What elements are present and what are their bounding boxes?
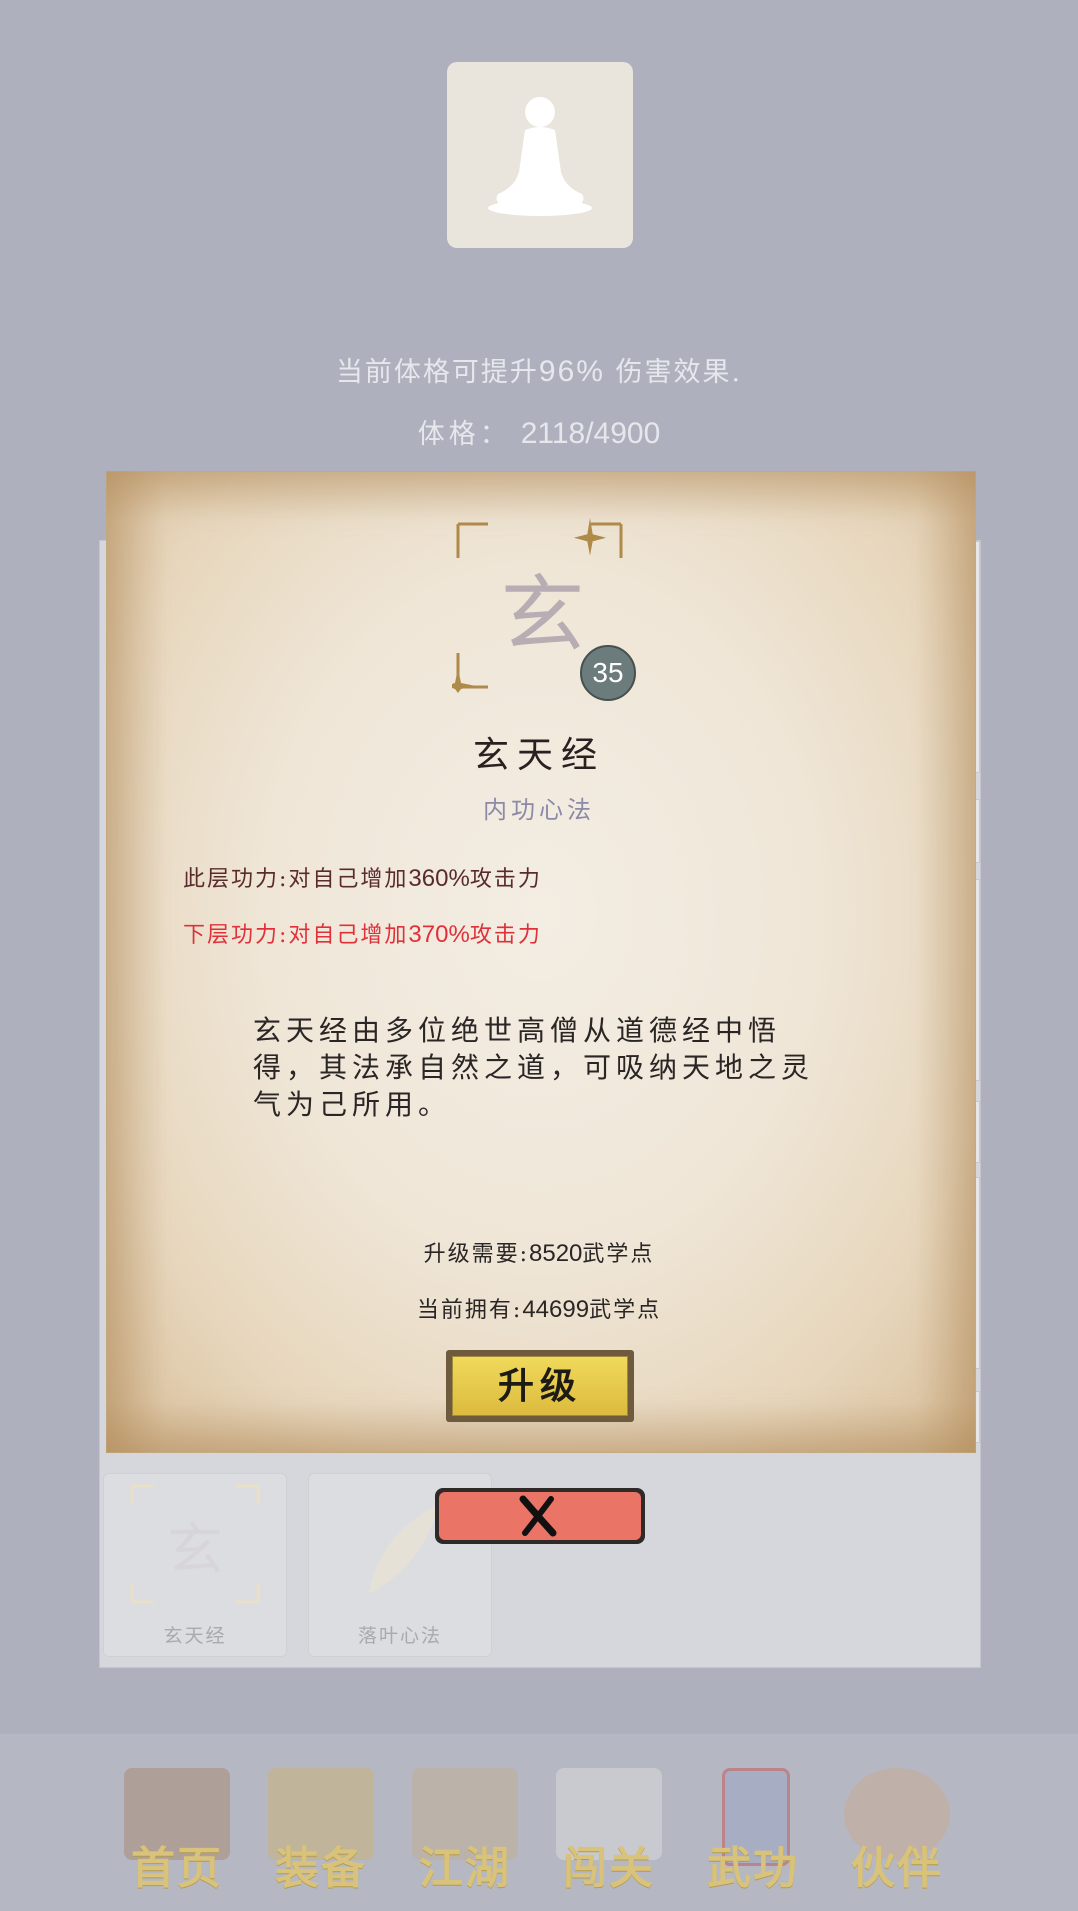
upgrade-cost: 升级需要:8520武学点 xyxy=(423,1240,655,1267)
nav-equipment[interactable]: 装备 xyxy=(256,1760,386,1900)
skill-type: 内功心法 xyxy=(483,796,595,824)
svg-text:玄: 玄 xyxy=(167,1518,223,1583)
stat-label: 体格： xyxy=(417,419,511,450)
nav-stage[interactable]: 闯关 xyxy=(544,1760,674,1900)
constitution-stat: 体格： 2118/4900 xyxy=(0,412,1078,451)
level-badge: 35 xyxy=(580,645,636,701)
skill-title: 玄天经 xyxy=(472,735,605,776)
nav-martial-arts[interactable]: 武功 xyxy=(688,1760,818,1900)
nav-martial-arts-label: 武功 xyxy=(707,1843,799,1894)
xuan-glyph-icon: 玄 xyxy=(130,1484,260,1604)
effect-summary: 当前体格可提升96% 伤害效果. xyxy=(335,355,743,388)
nav-partners[interactable]: 伙伴 xyxy=(832,1760,962,1900)
meditation-avatar xyxy=(447,62,633,248)
nav-jianghu[interactable]: 江湖 xyxy=(400,1760,530,1900)
next-layer-effect: 下层功力:对自己增加370%攻击力 xyxy=(183,921,542,948)
meditating-figure-icon xyxy=(488,97,592,216)
skill-description: 玄天经由多位绝世高僧从道德经中悟得，其法承自然之道，可吸纳天地之灵气为己所用。 xyxy=(253,1014,815,1121)
current-layer-effect: 此层功力:对自己增加360%攻击力 xyxy=(183,865,542,892)
upgrade-button-label: 升级 xyxy=(452,1356,628,1416)
nav-jianghu-label: 江湖 xyxy=(419,1843,511,1894)
stat-value: 2118/4900 xyxy=(520,417,661,450)
skill-icon-glyph: 玄 xyxy=(500,566,585,664)
current-points: 当前拥有:44699武学点 xyxy=(416,1296,662,1323)
nav-stage-label: 闯关 xyxy=(563,1843,655,1894)
skill-card[interactable]: 玄 玄天经 xyxy=(103,1473,287,1657)
close-x-icon xyxy=(519,1495,557,1537)
nav-partners-label: 伙伴 xyxy=(851,1843,943,1894)
effect-value: 96% xyxy=(538,355,605,388)
close-button[interactable] xyxy=(435,1488,645,1544)
skill-card-name: 落叶心法 xyxy=(357,1625,442,1647)
skill-card-name: 玄天经 xyxy=(163,1625,227,1647)
nav-home-label: 首页 xyxy=(131,1843,223,1894)
nav-equipment-label: 装备 xyxy=(275,1843,367,1894)
nav-home[interactable]: 首页 xyxy=(112,1760,242,1900)
upgrade-button[interactable]: 升级 xyxy=(446,1350,634,1422)
